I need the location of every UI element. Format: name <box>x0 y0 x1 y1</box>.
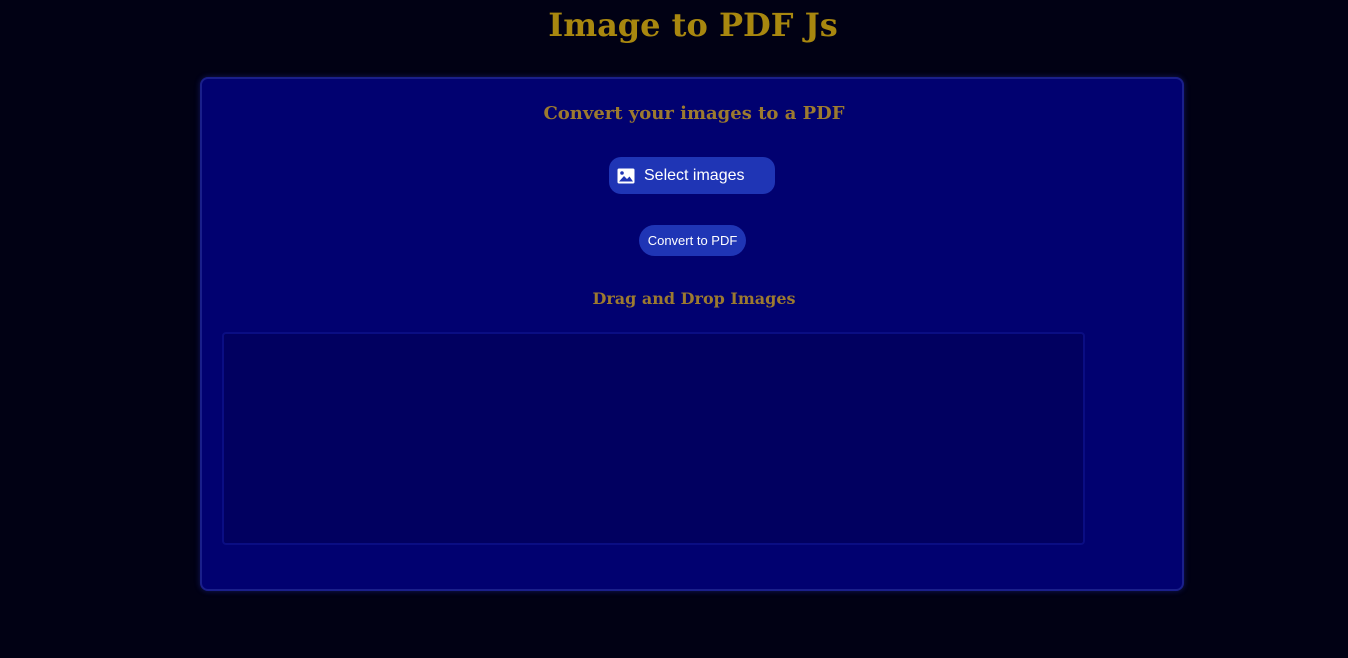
select-images-label: Select images <box>644 166 745 184</box>
card-subtitle: Convert your images to a PDF <box>543 103 845 124</box>
drop-zone[interactable] <box>222 332 1085 545</box>
select-images-button[interactable]: Select images <box>609 157 775 194</box>
page-title: Image to PDF Js <box>548 6 838 44</box>
image-icon <box>617 168 635 184</box>
convert-to-pdf-button[interactable]: Convert to PDF <box>639 225 746 256</box>
drag-drop-title: Drag and Drop Images <box>592 289 796 308</box>
converter-card: Convert your images to a PDF Select imag… <box>200 77 1184 591</box>
